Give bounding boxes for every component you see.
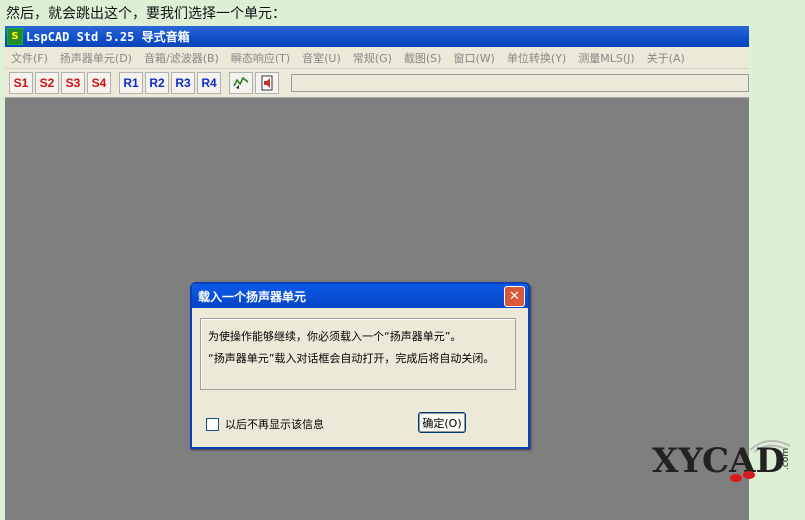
menu-bar: 文件(F) 扬声器单元(D) 音箱/滤波器(B) 瞬态响应(T) 音室(U) 常…	[5, 47, 749, 69]
menu-transient[interactable]: 瞬态响应(T)	[225, 50, 296, 66]
menu-file[interactable]: 文件(F)	[5, 50, 54, 66]
chart-icon[interactable]	[229, 72, 253, 94]
s1-button[interactable]: S1	[9, 72, 33, 94]
r1-button[interactable]: R1	[119, 72, 143, 94]
s4-button[interactable]: S4	[87, 72, 111, 94]
s3-button[interactable]: S3	[61, 72, 85, 94]
xycad-watermark: XYCAD .com	[652, 439, 791, 482]
menu-room[interactable]: 音室(U)	[296, 50, 347, 66]
speaker-icon[interactable]	[255, 72, 279, 94]
caption-text: 然后，就会跳出这个，要我们选择一个单元：	[6, 6, 286, 22]
dialog-title-bar: 载入一个扬声器单元 ✕	[192, 284, 528, 308]
r4-button[interactable]: R4	[197, 72, 221, 94]
r3-button[interactable]: R3	[171, 72, 195, 94]
toolbar: S1 S2 S3 S4 R1 R2 R3 R4	[5, 69, 749, 98]
window-title: LspCAD Std 5.25 导式音箱	[26, 30, 190, 44]
ok-button[interactable]: 确定(O)	[418, 412, 466, 433]
dialog-title: 载入一个扬声器单元	[198, 289, 307, 304]
app-icon: S	[7, 28, 23, 45]
menu-driver[interactable]: 扬声器单元(D)	[54, 50, 138, 66]
close-icon[interactable]: ✕	[504, 286, 525, 307]
message-line-1: 为使操作能够继续，你必须载入一个“扬声器单元”。	[208, 330, 462, 343]
dont-show-checkbox[interactable]	[206, 417, 219, 431]
toolbar-field	[291, 74, 749, 92]
menu-about[interactable]: 关于(A)	[641, 50, 691, 66]
menu-screenshot[interactable]: 截图(S)	[398, 50, 448, 66]
menu-measure-mls[interactable]: 测量MLS(J)	[572, 50, 640, 66]
menu-window[interactable]: 窗口(W)	[447, 50, 500, 66]
message-panel: 为使操作能够继续，你必须载入一个“扬声器单元”。 “扬声器单元”载入对话框会自动…	[200, 318, 516, 390]
message-line-2: “扬声器单元”载入对话框会自动打开，完成后将自动关闭。	[208, 352, 495, 365]
dont-show-row: 以后不再显示该信息	[206, 416, 324, 432]
menu-unit-convert[interactable]: 单位转换(Y)	[501, 50, 572, 66]
app-window: S LspCAD Std 5.25 导式音箱 文件(F) 扬声器单元(D) 音箱…	[5, 26, 749, 520]
watermark-suffix: .com	[781, 448, 791, 470]
menu-general[interactable]: 常规(G)	[347, 50, 398, 66]
watermark-text: XYCAD	[652, 441, 785, 481]
s2-button[interactable]: S2	[35, 72, 59, 94]
load-driver-dialog: 载入一个扬声器单元 ✕ 为使操作能够继续，你必须载入一个“扬声器单元”。 “扬声…	[190, 282, 530, 449]
menu-box-filter[interactable]: 音箱/滤波器(B)	[138, 50, 225, 66]
dont-show-label[interactable]: 以后不再显示该信息	[225, 416, 324, 432]
title-bar: S LspCAD Std 5.25 导式音箱	[5, 26, 749, 47]
r2-button[interactable]: R2	[145, 72, 169, 94]
